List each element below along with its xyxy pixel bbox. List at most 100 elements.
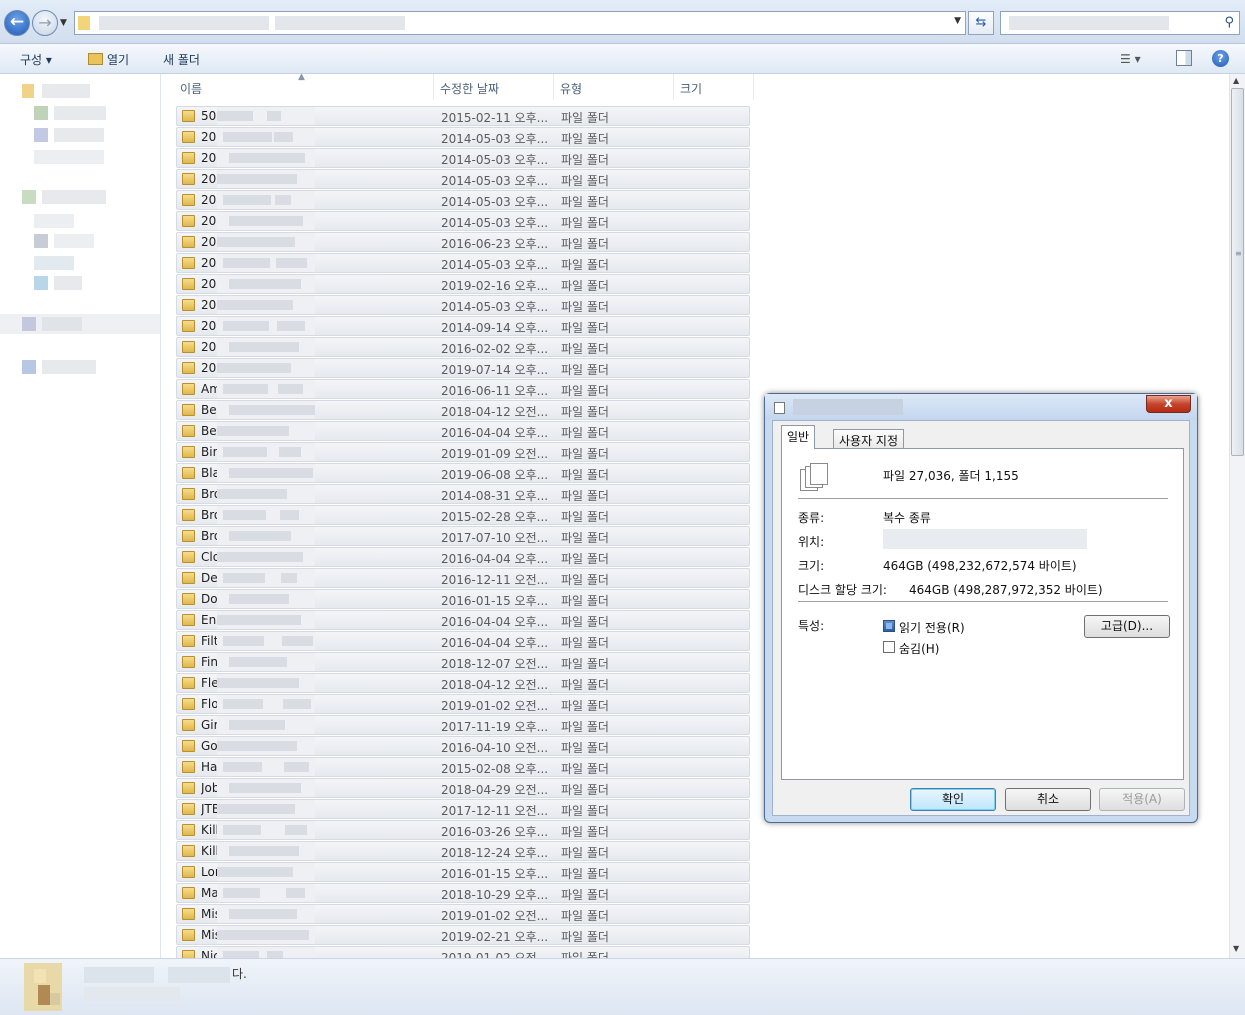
nav-item-redacted[interactable] <box>42 190 106 204</box>
close-button[interactable]: x <box>1146 395 1191 413</box>
disk-size-value: 464GB (498,287,972,352 바이트) <box>909 583 1103 597</box>
table-row[interactable]: 20 2014-05-03 오후... 파일 폴더 <box>176 169 750 189</box>
table-row[interactable]: Am 2016-06-11 오후... 파일 폴더 <box>176 379 750 399</box>
recent-pages-dropdown-icon[interactable]: ▼ <box>60 18 70 28</box>
column-divider[interactable] <box>433 74 434 100</box>
nav-item-icon[interactable] <box>34 106 48 120</box>
scrollbar-thumb[interactable]: ≡ <box>1231 88 1244 456</box>
column-type[interactable]: 유형 <box>560 80 582 97</box>
cancel-button[interactable]: 취소 <box>1005 788 1091 811</box>
table-row[interactable]: 20 2016-06-23 오후... 파일 폴더 <box>176 232 750 252</box>
table-row[interactable]: 20 2014-09-14 오후... 파일 폴더 <box>176 316 750 336</box>
hidden-label[interactable]: 숨김(H) <box>899 640 939 657</box>
nav-item-redacted[interactable] <box>54 234 94 248</box>
nav-item-icon[interactable] <box>22 190 36 204</box>
table-row[interactable]: Do 2016-01-15 오후... 파일 폴더 <box>176 589 750 609</box>
table-row[interactable]: JTB 2017-12-11 오전... 파일 폴더 <box>176 799 750 819</box>
table-row[interactable]: Job 2018-04-29 오전... 파일 폴더 <box>176 778 750 798</box>
table-row[interactable]: Bro 2017-07-10 오전... 파일 폴더 <box>176 526 750 546</box>
nav-item-redacted[interactable] <box>34 214 74 228</box>
help-icon[interactable]: ? <box>1212 50 1229 67</box>
advanced-button[interactable]: 고급(D)... <box>1084 615 1170 638</box>
column-divider[interactable] <box>673 74 674 100</box>
table-row[interactable]: Nic 2019-01-02 오전... 파일 폴더 <box>176 946 750 958</box>
vertical-scrollbar[interactable]: ▲ ≡ ▼ <box>1229 74 1245 958</box>
nav-item-redacted[interactable] <box>54 128 104 142</box>
forward-button[interactable]: → <box>32 10 58 36</box>
table-row[interactable]: Flo 2019-01-02 오전... 파일 폴더 <box>176 694 750 714</box>
nav-item-redacted[interactable] <box>54 106 106 120</box>
table-row[interactable]: Bla 2019-06-08 오후... 파일 폴더 <box>176 463 750 483</box>
nav-item-redacted[interactable] <box>34 150 104 164</box>
nav-item-icon[interactable] <box>34 234 48 248</box>
table-row[interactable]: Clo 2016-04-04 오후... 파일 폴더 <box>176 547 750 567</box>
nav-item-icon[interactable] <box>22 84 34 98</box>
scroll-up-icon[interactable]: ▲ <box>1233 76 1239 85</box>
table-row[interactable]: 20 2014-05-03 오후... 파일 폴더 <box>176 211 750 231</box>
address-dropdown-icon[interactable]: ▼ <box>954 16 961 26</box>
change-view-button[interactable]: ☰ ▾ <box>1120 52 1141 66</box>
table-row[interactable]: Fle 2018-04-12 오전... 파일 폴더 <box>176 673 750 693</box>
table-row[interactable]: Gir 2017-11-19 오후... 파일 폴더 <box>176 715 750 735</box>
table-row[interactable]: Bea 2018-04-12 오전... 파일 폴더 <box>176 400 750 420</box>
readonly-checkbox[interactable] <box>883 620 895 632</box>
table-row[interactable]: Fin 2018-12-07 오전... 파일 폴더 <box>176 652 750 672</box>
table-row[interactable]: 20 2014-05-03 오후... 파일 폴더 <box>176 127 750 147</box>
table-row[interactable]: Bro 2014-08-31 오후... 파일 폴더 <box>176 484 750 504</box>
table-row[interactable]: Kill 2018-12-24 오후... 파일 폴더 <box>176 841 750 861</box>
tab-general[interactable]: 일반 <box>781 425 816 449</box>
row-name-redacted <box>217 800 315 818</box>
table-row[interactable]: Filt 2016-04-04 오후... 파일 폴더 <box>176 631 750 651</box>
table-row[interactable]: Ene 2016-04-04 오후... 파일 폴더 <box>176 610 750 630</box>
organize-button[interactable]: 구성 ▾ <box>20 51 52 68</box>
nav-item-icon[interactable] <box>22 317 36 331</box>
table-row[interactable]: 20 2014-05-03 오후... 파일 폴더 <box>176 190 750 210</box>
refresh-button[interactable]: ⇆ <box>968 11 994 35</box>
column-name[interactable]: 이름 <box>180 80 202 97</box>
table-row[interactable]: De 2016-12-11 오전... 파일 폴더 <box>176 568 750 588</box>
table-row[interactable]: 20 2019-02-16 오후... 파일 폴더 <box>176 274 750 294</box>
table-row[interactable]: Ha 2015-02-08 오후... 파일 폴더 <box>176 757 750 777</box>
apply-button[interactable]: 적용(A) <box>1099 788 1185 811</box>
column-modified[interactable]: 수정한 날짜 <box>440 80 499 97</box>
table-row[interactable]: 20 2014-05-03 오후... 파일 폴더 <box>176 148 750 168</box>
search-input[interactable]: ⚲ <box>1000 11 1240 35</box>
folder-icon <box>182 194 195 206</box>
new-folder-button[interactable]: 새 폴더 <box>163 51 200 68</box>
dialog-titlebar[interactable]: x <box>765 394 1197 420</box>
nav-item-redacted[interactable] <box>54 276 82 290</box>
nav-item-redacted[interactable] <box>42 360 96 374</box>
open-button[interactable]: 열기 <box>88 51 129 68</box>
address-input[interactable]: ▼ <box>74 11 966 35</box>
table-row[interactable]: Lor 2016-01-15 오후... 파일 폴더 <box>176 862 750 882</box>
table-row[interactable]: 20 2016-02-02 오후... 파일 폴더 <box>176 337 750 357</box>
column-size[interactable]: 크기 <box>680 80 702 97</box>
table-row[interactable]: Bro 2015-02-28 오후... 파일 폴더 <box>176 505 750 525</box>
column-divider[interactable] <box>553 74 554 100</box>
column-divider[interactable] <box>753 74 754 100</box>
back-button[interactable]: ← <box>4 10 30 36</box>
scroll-down-icon[interactable]: ▼ <box>1233 944 1239 953</box>
table-row[interactable]: 20 2014-05-03 오후... 파일 폴더 <box>176 253 750 273</box>
table-row[interactable]: 50 2015-02-11 오후... 파일 폴더 <box>176 106 750 126</box>
preview-pane-button[interactable] <box>1176 50 1192 66</box>
nav-item-redacted[interactable] <box>34 256 74 270</box>
nav-item-icon[interactable] <box>22 360 36 374</box>
nav-item-icon[interactable] <box>34 128 48 142</box>
table-row[interactable]: Go 2016-04-10 오전... 파일 폴더 <box>176 736 750 756</box>
table-row[interactable]: 20 2019-07-14 오후... 파일 폴더 <box>176 358 750 378</box>
hidden-checkbox[interactable] <box>883 641 895 653</box>
table-row[interactable]: Kill 2016-03-26 오후... 파일 폴더 <box>176 820 750 840</box>
table-row[interactable]: Ma 2018-10-29 오후... 파일 폴더 <box>176 883 750 903</box>
table-row[interactable]: Mis 2019-02-21 오후... 파일 폴더 <box>176 925 750 945</box>
table-row[interactable]: 20 2014-05-03 오후... 파일 폴더 <box>176 295 750 315</box>
nav-item-redacted[interactable] <box>42 84 90 98</box>
search-icon[interactable]: ⚲ <box>1224 15 1234 30</box>
nav-item-icon[interactable] <box>34 276 48 290</box>
nav-item-redacted[interactable] <box>42 317 82 331</box>
readonly-label[interactable]: 읽기 전용(R) <box>899 619 965 636</box>
table-row[interactable]: Mis 2019-01-02 오전... 파일 폴더 <box>176 904 750 924</box>
table-row[interactable]: Bir 2019-01-09 오전... 파일 폴더 <box>176 442 750 462</box>
table-row[interactable]: Bef 2016-04-04 오후... 파일 폴더 <box>176 421 750 441</box>
ok-button[interactable]: 확인 <box>910 788 996 811</box>
